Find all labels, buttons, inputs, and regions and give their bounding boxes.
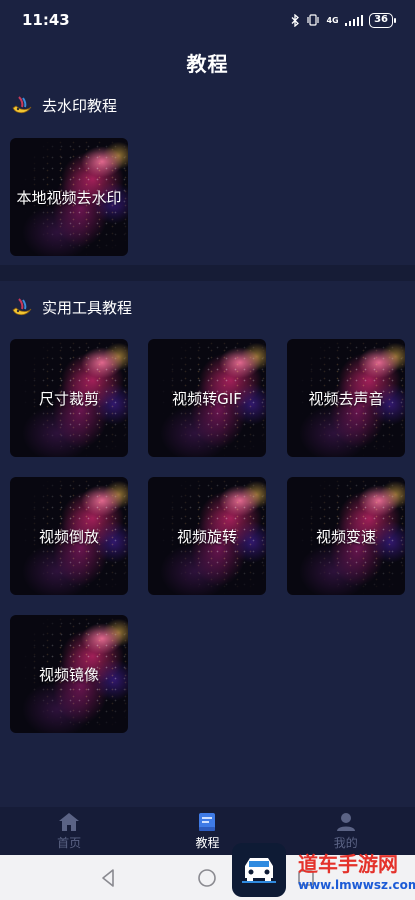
section-header-tools: 实用工具教程 xyxy=(10,296,132,318)
status-bar: 11:43 4G 36 xyxy=(0,0,415,40)
tutorial-card-local-watermark[interactable]: 本地视频去水印 xyxy=(10,138,128,256)
card-label: 视频镜像 xyxy=(38,665,99,684)
bottom-nav: 首页 教程 我的 xyxy=(0,807,415,855)
signal-icon xyxy=(344,14,364,26)
nav-item-home[interactable]: 首页 xyxy=(29,812,109,851)
car-logo-icon xyxy=(242,858,276,883)
card-label: 视频倒放 xyxy=(38,527,99,546)
nav-item-mine[interactable]: 我的 xyxy=(306,812,386,851)
home-circle-icon[interactable] xyxy=(195,866,219,890)
nav-label: 我的 xyxy=(333,835,358,850)
tutorial-card-speed[interactable]: 视频变速 xyxy=(287,477,405,595)
watermark-url: www.lmwwsz.com xyxy=(298,878,415,892)
section-title: 实用工具教程 xyxy=(42,298,133,317)
page-title: 教程 xyxy=(186,52,229,76)
battery-indicator: 36 xyxy=(369,12,396,28)
card-label: 本地视频去水印 xyxy=(16,188,122,207)
section-header-watermark: 去水印教程 xyxy=(10,94,117,116)
nav-label: 教程 xyxy=(195,835,220,850)
user-icon xyxy=(336,812,355,831)
back-icon[interactable] xyxy=(97,866,121,890)
card-label: 视频旋转 xyxy=(176,527,237,546)
card-label: 视频转GIF xyxy=(172,389,242,408)
nav-label: 首页 xyxy=(57,835,82,850)
status-time: 11:43 xyxy=(22,11,70,29)
tutorial-card-crop[interactable]: 尺寸裁剪 xyxy=(10,339,128,457)
card-label: 视频去声音 xyxy=(308,389,384,408)
network-type: 4G xyxy=(326,15,339,25)
bluetooth-icon xyxy=(291,13,300,27)
card-label: 视频变速 xyxy=(315,527,376,546)
banana-icon xyxy=(12,298,32,316)
book-icon xyxy=(199,812,216,831)
home-icon xyxy=(59,812,80,831)
tutorial-card-rotate[interactable]: 视频旋转 xyxy=(148,477,266,595)
vibrate-icon xyxy=(307,14,320,26)
watermark-logo xyxy=(232,843,286,897)
card-label: 尺寸裁剪 xyxy=(38,389,99,408)
section-title: 去水印教程 xyxy=(42,96,118,115)
section-divider xyxy=(0,265,415,281)
tutorial-card-video-to-gif[interactable]: 视频转GIF xyxy=(148,339,266,457)
banana-icon xyxy=(12,96,32,114)
tutorial-card-mirror[interactable]: 视频镜像 xyxy=(10,615,128,733)
watermark-text: 道车手游网 xyxy=(298,852,398,876)
tutorial-card-reverse[interactable]: 视频倒放 xyxy=(10,477,128,595)
tutorial-card-remove-audio[interactable]: 视频去声音 xyxy=(287,339,405,457)
status-icons: 4G 36 xyxy=(291,12,396,28)
